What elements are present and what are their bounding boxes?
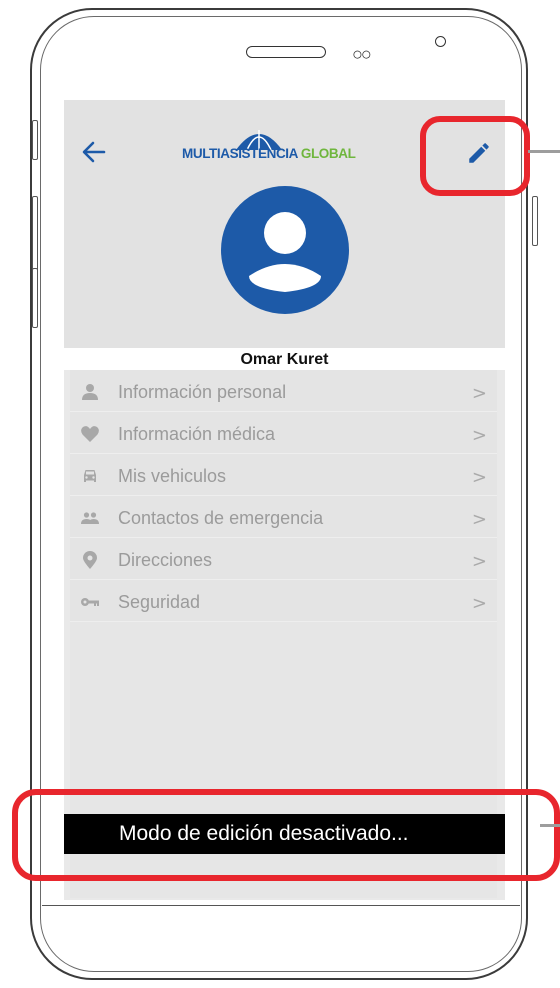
phone-bottom-line [42, 905, 520, 906]
phone-speaker [246, 46, 326, 58]
menu-item-label: Seguridad [118, 592, 201, 612]
chevron-right-icon: > [471, 509, 487, 530]
logo-text-main: MULTIASISTENCIA [182, 146, 298, 161]
menu-item-personal-info[interactable]: Información personal > [70, 370, 497, 412]
app-screen: MULTIASISTENCIA GLOBAL Omar Kuret Inform… [64, 100, 505, 900]
person-icon [82, 384, 98, 400]
edit-button-highlight [420, 116, 530, 196]
chevron-right-icon: > [471, 551, 487, 572]
phone-sensors: ○○ [352, 44, 372, 64]
back-arrow-icon [82, 141, 106, 163]
user-avatar-icon [221, 186, 349, 314]
car-icon [84, 470, 96, 482]
key-icon [81, 598, 99, 606]
annotation-pointer-line [528, 150, 560, 153]
heart-icon [81, 426, 99, 442]
menu-item-label: Información personal [118, 382, 287, 402]
location-pin-icon [83, 551, 97, 569]
menu-item-label: Información médica [118, 424, 276, 444]
menu-item-emergency-contacts[interactable]: Contactos de emergencia > [70, 496, 497, 538]
chevron-right-icon: > [471, 383, 487, 404]
chevron-right-icon: > [471, 467, 487, 488]
app-logo: MULTIASISTENCIA GLOBAL [182, 126, 397, 166]
phone-side-button [32, 268, 38, 328]
menu-item-label: Contactos de emergencia [118, 508, 324, 528]
menu-item-addresses[interactable]: Direcciones > [70, 538, 497, 580]
menu-item-vehicles[interactable]: Mis vehiculos > [70, 454, 497, 496]
phone-front-camera [435, 36, 446, 47]
menu-item-label: Mis vehiculos [118, 466, 227, 486]
profile-name: Omar Kuret [64, 348, 505, 370]
menu-item-security[interactable]: Seguridad > [70, 580, 497, 622]
phone-side-button [32, 120, 38, 160]
back-button[interactable] [78, 136, 110, 168]
phone-side-button [32, 196, 38, 276]
annotation-pointer-line [540, 824, 560, 827]
chevron-right-icon: > [471, 425, 487, 446]
people-icon [81, 512, 99, 524]
toast-highlight [12, 789, 560, 881]
chevron-right-icon: > [471, 593, 487, 614]
profile-menu: Información personal > Información médic… [70, 370, 497, 622]
avatar[interactable] [221, 186, 349, 314]
phone-power-button [532, 196, 538, 246]
menu-item-label: Direcciones [118, 550, 213, 570]
menu-item-medical-info[interactable]: Información médica > [70, 412, 497, 454]
logo-text-global: GLOBAL [300, 146, 356, 161]
